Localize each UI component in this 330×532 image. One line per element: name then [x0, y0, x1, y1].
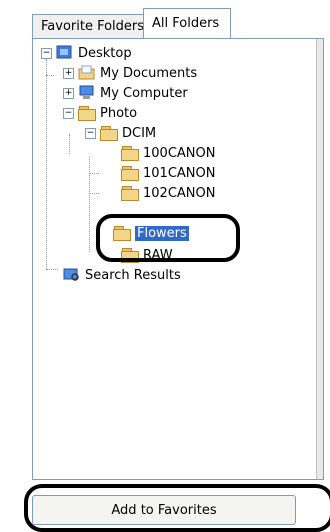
tree-item-dcim[interactable]: − DCIM	[85, 123, 156, 143]
tab-favorite-folders[interactable]: Favorite Folders	[32, 14, 151, 39]
tab-all-folders[interactable]: All Folders	[143, 8, 231, 39]
tree-item-102canon[interactable]: 102CANON	[121, 183, 215, 203]
expand-icon[interactable]: +	[63, 87, 74, 99]
search-results-icon	[63, 267, 81, 283]
tree-item-my-computer[interactable]: + My Computer	[63, 83, 188, 103]
tree-item-search-results[interactable]: Search Results	[63, 265, 181, 285]
collapse-icon[interactable]: −	[85, 127, 96, 139]
tree-item-photo[interactable]: − Photo	[63, 103, 137, 123]
button-callout	[24, 484, 330, 532]
expand-icon[interactable]: +	[63, 67, 74, 79]
folder-icon	[100, 126, 118, 141]
computer-icon	[78, 85, 96, 101]
collapse-icon[interactable]: −	[63, 107, 74, 119]
tree-line	[46, 269, 58, 270]
tree-line	[46, 59, 47, 269]
desktop-icon	[56, 45, 74, 61]
tree-line	[46, 75, 54, 76]
tree-item-my-documents[interactable]: + My Documents	[63, 63, 197, 83]
folder-icon	[121, 166, 139, 181]
collapse-icon[interactable]: −	[41, 47, 52, 59]
tree-item-desktop[interactable]: − Desktop	[41, 43, 132, 63]
flowers-callout	[96, 214, 240, 262]
folder-icon	[121, 146, 139, 161]
folder-icon	[121, 186, 139, 201]
folder-icon	[78, 106, 96, 121]
tree-line	[89, 193, 99, 194]
tree-line	[89, 173, 99, 174]
vertical-scrollbar[interactable]	[316, 39, 323, 479]
documents-folder-icon	[78, 65, 96, 81]
tree-line	[69, 134, 70, 154]
tree-line	[89, 157, 90, 252]
tree-item-101canon[interactable]: 101CANON	[121, 163, 215, 183]
tree-item-100canon[interactable]: 100CANON	[121, 143, 215, 163]
